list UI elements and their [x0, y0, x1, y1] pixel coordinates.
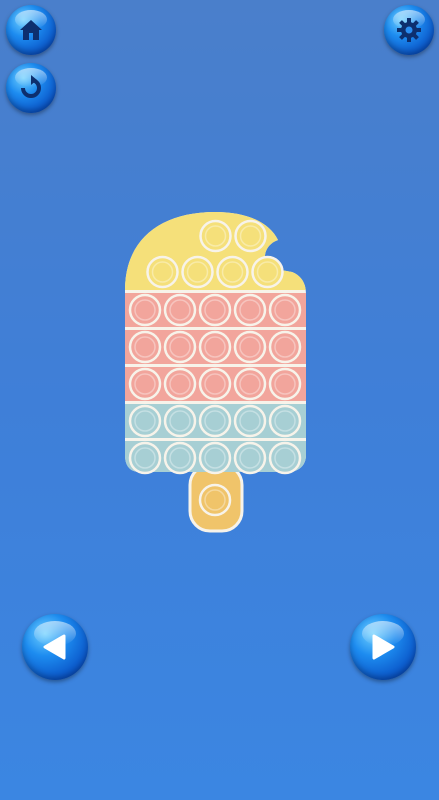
- home-button[interactable]: [6, 5, 56, 55]
- play-right-icon: [372, 634, 395, 660]
- gear-icon: [397, 18, 421, 42]
- restart-icon: [21, 75, 41, 98]
- popsicle-pop-it-toy[interactable]: [120, 210, 315, 535]
- restart-button[interactable]: [6, 63, 56, 113]
- settings-button[interactable]: [384, 5, 434, 55]
- next-button[interactable]: [350, 614, 416, 680]
- home-icon: [20, 20, 42, 40]
- play-left-icon: [43, 634, 66, 660]
- previous-button[interactable]: [22, 614, 88, 680]
